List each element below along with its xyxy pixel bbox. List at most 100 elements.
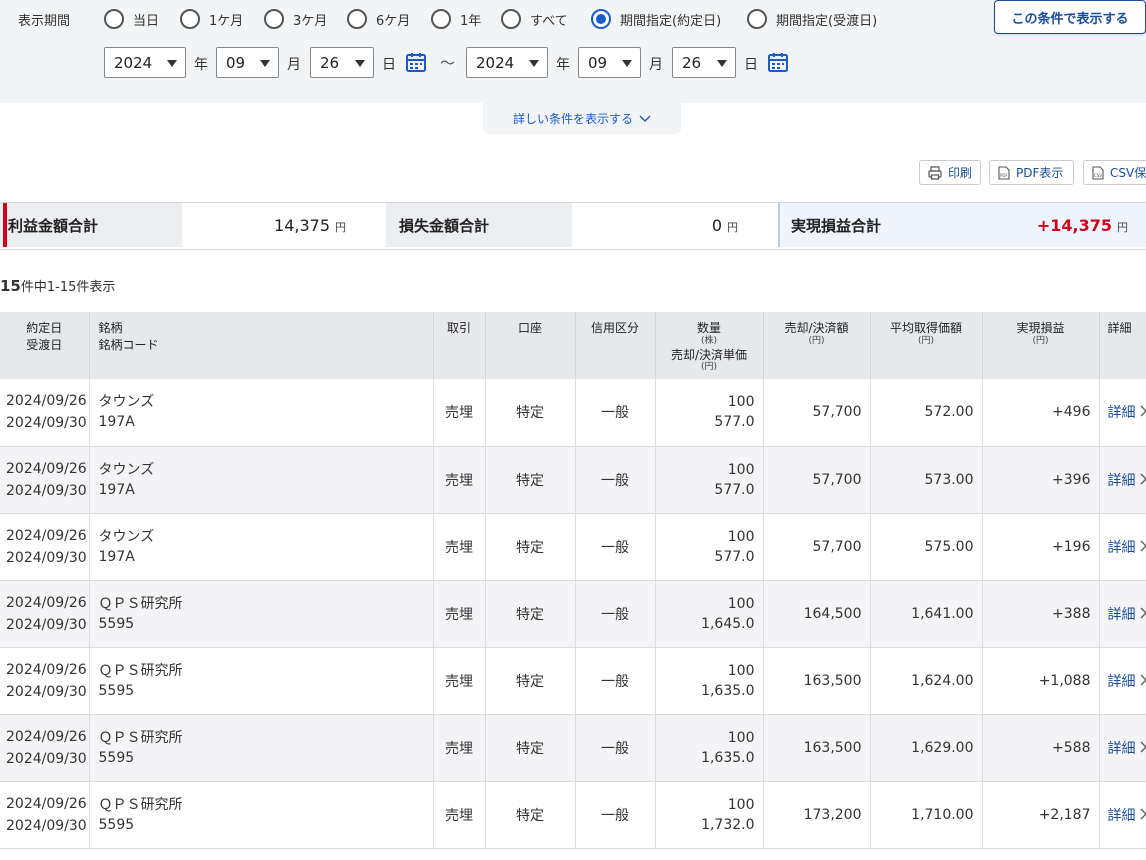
date-cell: 2024/09/26 2024/09/30 (0, 513, 90, 581)
header-trade: 取引 (433, 312, 486, 379)
trade-date: 2024/09/26 (6, 527, 87, 544)
yen-unit: 円 (727, 221, 738, 234)
radio-3month[interactable]: 3ケ月 (264, 7, 327, 31)
profit-total-text: 利益金額合計 (8, 216, 99, 235)
result-range-text: 件中1-15件表示 (20, 280, 116, 295)
realized-pl: +588 (982, 714, 1100, 782)
settle-date: 2024/09/30 (6, 750, 87, 767)
detail-link[interactable]: 詳細 (1108, 405, 1146, 421)
security-cell: ＱＰＳ研究所 5595 (89, 580, 434, 648)
dropdown-arrow-icon (167, 60, 177, 67)
pdf-button[interactable]: PDF PDF表示 (989, 160, 1074, 185)
show-more-conditions-toggle[interactable]: 詳しい条件を表示する (483, 103, 681, 134)
avg-cost: 1,624.00 (870, 647, 983, 715)
csv-button[interactable]: CSV CSV保存 (1083, 160, 1146, 185)
radio-circle (347, 9, 367, 29)
trade-type: 売埋 (433, 647, 486, 715)
select-value: 26 (320, 53, 340, 72)
qty-price-cell: 100 1,635.0 (655, 714, 764, 782)
detail-cell: 詳細 (1099, 379, 1146, 447)
unit-price: 577.0 (714, 481, 755, 498)
settle-date: 2024/09/30 (6, 616, 87, 633)
detail-link[interactable]: 詳細 (1108, 473, 1146, 489)
avg-cost: 1,629.00 (870, 714, 983, 782)
print-button[interactable]: 印刷 (919, 160, 981, 185)
loss-total-text: 損失金額合計 (399, 216, 490, 235)
unit-day: 日 (744, 57, 758, 73)
to-month-select[interactable]: 09 (578, 47, 641, 78)
calendar-icon[interactable] (767, 51, 789, 73)
security-code: 5595 (98, 749, 135, 766)
unit-month: 月 (287, 57, 301, 73)
margin-type: 一般 (575, 714, 656, 782)
radio-1year[interactable]: 1年 (431, 7, 481, 31)
header-pl-unit: (円) (1032, 335, 1049, 346)
apply-conditions-button[interactable]: この条件で表示する (994, 0, 1146, 34)
margin-type: 一般 (575, 580, 656, 648)
select-value: 09 (588, 53, 608, 72)
svg-text:PDF: PDF (1000, 173, 1008, 178)
table-row: 2024/09/26 2024/09/30 タウンズ 197A 売埋 特定 一般 100 577… (0, 513, 1146, 581)
radio-6month[interactable]: 6ケ月 (347, 7, 410, 31)
table-row: 2024/09/26 2024/09/30 ＱＰＳ研究所 5595 売埋 特定 一般 100 1… (0, 647, 1146, 715)
realized-pl: +1,088 (982, 647, 1100, 715)
quantity: 100 (727, 595, 755, 612)
quantity: 100 (727, 662, 755, 679)
radio-label: 期間指定(約定日) (620, 13, 722, 29)
chevron-right-icon (1140, 473, 1146, 484)
qty-price-cell: 100 1,645.0 (655, 580, 764, 648)
account-type: 特定 (485, 446, 576, 514)
calendar-icon[interactable] (405, 51, 427, 73)
settle-amount: 57,700 (763, 379, 871, 447)
radio-all[interactable]: すべて (501, 7, 568, 31)
header-code: 銘柄コード (98, 337, 159, 352)
header-pl-text: 実現損益 (1016, 321, 1065, 335)
from-year-select[interactable]: 2024 (104, 47, 186, 78)
from-day-select[interactable]: 26 (310, 47, 374, 78)
security-name: タウンズ (98, 528, 155, 545)
radio-label: 6ケ月 (376, 13, 411, 29)
header-name: 銘柄 (98, 321, 123, 335)
realized-pl: +396 (982, 446, 1100, 514)
trade-type: 売埋 (433, 446, 486, 514)
detail-link[interactable]: 詳細 (1108, 607, 1146, 623)
radio-1month[interactable]: 1ケ月 (180, 7, 243, 31)
header-security: 銘柄 銘柄コード (89, 312, 434, 379)
radio-period-trade-date[interactable]: 期間指定(約定日) (591, 7, 721, 31)
detail-link[interactable]: 詳細 (1108, 808, 1146, 824)
radio-label: 期間指定(受渡日) (776, 13, 878, 29)
trade-type: 売埋 (433, 379, 486, 447)
radio-circle (501, 9, 521, 29)
detail-link-label: 詳細 (1107, 740, 1136, 757)
security-code: 5595 (98, 816, 135, 833)
filter-panel: 表示期間 当日 1ケ月 3ケ月 6ケ月 1年 すべて 期間指定(約定日) 期間指… (0, 0, 1146, 103)
header-amount-text: 売却/決済額 (784, 321, 849, 335)
radio-circle-checked (591, 9, 611, 29)
header-amount: 売却/決済額 (円) (763, 312, 871, 379)
header-avg-cost-unit: (円) (917, 335, 935, 346)
unit-price: 1,732.0 (701, 816, 755, 833)
radio-today[interactable]: 当日 (104, 7, 159, 31)
security-cell: タウンズ 197A (89, 379, 434, 447)
detail-link[interactable]: 詳細 (1108, 540, 1146, 556)
security-cell: ＱＰＳ研究所 5595 (89, 714, 434, 782)
table-row: 2024/09/26 2024/09/30 タウンズ 197A 売埋 特定 一般 100 577… (0, 379, 1146, 447)
header-detail: 詳細 (1099, 312, 1146, 379)
from-month-select[interactable]: 09 (216, 47, 279, 78)
quantity: 100 (727, 729, 755, 746)
realized-amount: +14,375 (1036, 215, 1112, 235)
trade-date: 2024/09/26 (6, 460, 87, 477)
realized-pl: +496 (982, 379, 1100, 447)
radio-period-settle-date[interactable]: 期間指定(受渡日) (747, 7, 877, 31)
radio-circle (264, 9, 284, 29)
radio-circle (104, 9, 124, 29)
to-day-select[interactable]: 26 (672, 47, 736, 78)
to-year-select[interactable]: 2024 (466, 47, 548, 78)
margin-type: 一般 (575, 513, 656, 581)
detail-link[interactable]: 詳細 (1108, 741, 1146, 757)
dropdown-arrow-icon (717, 60, 727, 67)
margin-type: 一般 (575, 647, 656, 715)
detail-link[interactable]: 詳細 (1108, 674, 1146, 690)
trade-type: 売埋 (433, 513, 486, 581)
header-unit-price: 売却/決済単価 (670, 347, 748, 362)
